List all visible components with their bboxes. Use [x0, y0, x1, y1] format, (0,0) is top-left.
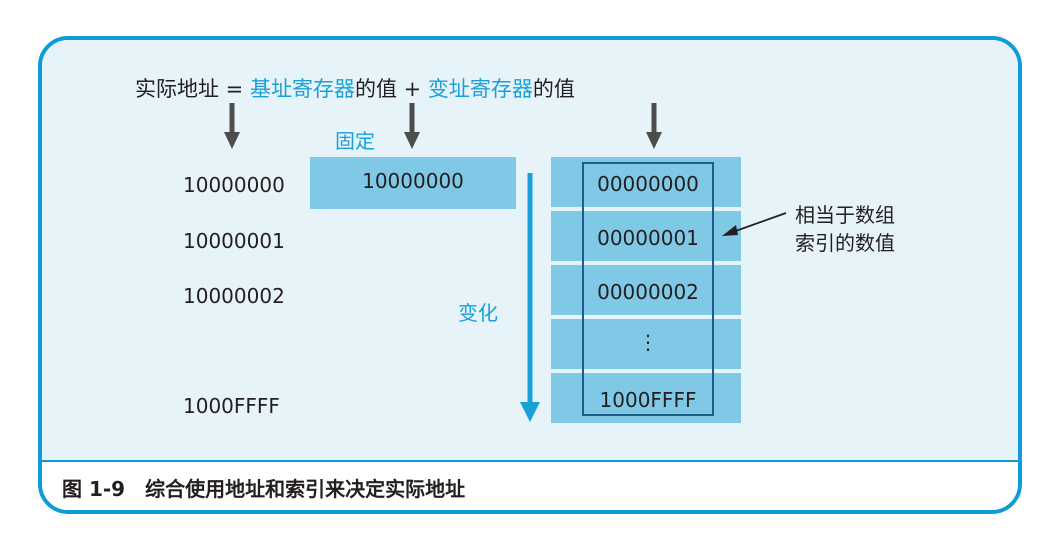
arrow-changing [520, 173, 540, 422]
arrow-annotation-pointer [722, 212, 787, 236]
arrow-down-index [646, 103, 662, 149]
arrows-layer [224, 103, 787, 422]
arrow-down-base [404, 103, 420, 149]
arrow-down-address [224, 103, 240, 149]
